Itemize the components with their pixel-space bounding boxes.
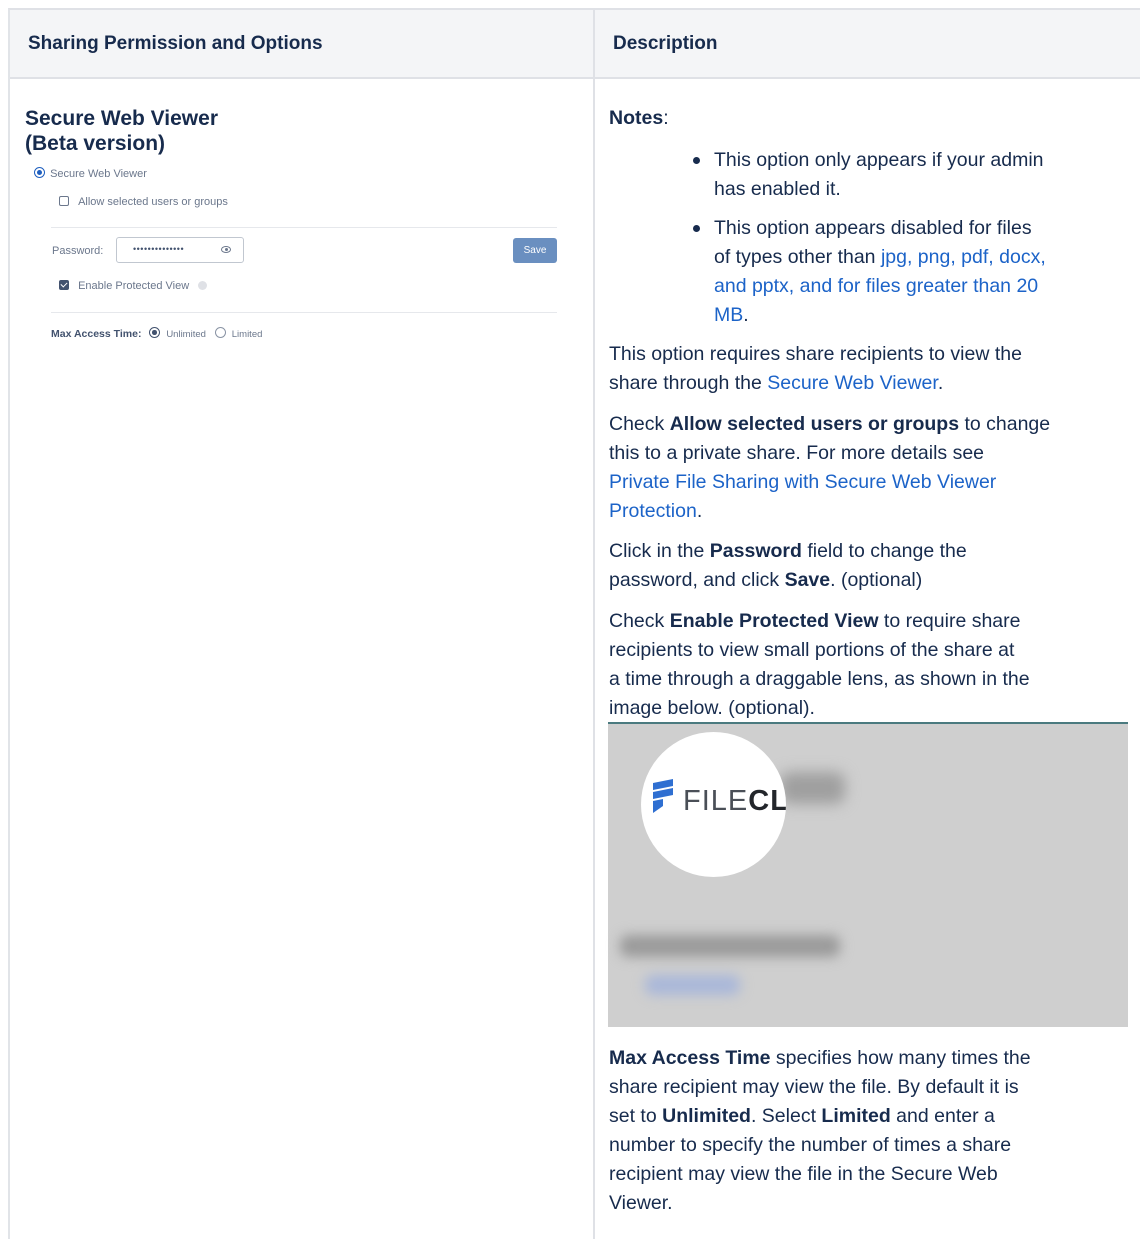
image-top-border [608,722,1128,724]
limited-label: Limited [231,329,263,340]
protected-view-checkbox-row[interactable]: Enable Protected View [59,280,208,292]
secure-web-viewer-radio-row[interactable]: Secure Web Viewer [34,167,147,180]
table-header-row: Sharing Permission and Options Descripti… [10,10,1140,79]
bullet-icon [693,225,700,232]
allow-users-checkbox-row[interactable]: Allow selected users or groups [59,196,228,208]
password-field[interactable]: •••••••••••••• [116,237,244,263]
max-access-row: Max Access Time: Unlimited Limited [51,327,262,340]
bullet-icon [693,157,700,164]
password-label: Password: [52,245,104,257]
checkbox-unchecked-icon[interactable] [59,196,69,206]
notes-heading: Notes: [609,104,669,133]
password-value: •••••••••••••• [133,244,185,254]
option-title: Secure Web Viewer (Beta version) [25,106,218,156]
private-sharing-link[interactable]: Private File Sharing with Secure Web Vie… [609,468,1050,497]
header-description: Description [613,33,718,54]
unlimited-label: Unlimited [166,329,206,340]
paragraph-protected-view: Check Enable Protected View to require s… [609,610,1030,719]
option-title-line2: (Beta version) [25,132,166,155]
bullet2-line1: This option appears disabled for files [714,217,1032,239]
bullet2-line4: MB. [714,304,749,326]
paragraph-password: Click in the Password field to change th… [609,540,967,591]
option-title-line1: Secure Web Viewer [25,107,218,130]
divider [51,312,557,313]
blurred-text-block [620,935,840,957]
radio-selected-icon[interactable] [34,167,45,178]
divider [51,227,557,228]
max-access-label: Max Access Time: [51,328,142,340]
paragraph-requires-viewer: This option requires share recipients to… [609,343,1022,394]
secure-web-viewer-link[interactable]: Secure Web Viewer [767,372,938,394]
header-sharing-permission: Sharing Permission and Options [28,33,323,54]
allow-users-label: Allow selected users or groups [78,196,228,208]
protected-view-label: Enable Protected View [78,280,190,292]
paragraph-allow-users: Check Allow selected users or groups to … [609,413,1051,522]
notes-colon: : [663,107,669,129]
blurred-logo-fragment [780,772,845,804]
blurred-link-block [645,975,740,995]
checkbox-checked-icon[interactable] [59,280,69,290]
private-sharing-link-cont[interactable]: Protection [609,500,697,522]
notes-bullet-2: This option appears disabled for files o… [693,214,1046,330]
radio-unlimited-icon[interactable] [149,327,161,338]
bullet2-line2: of types other than jpg, png, pdf, docx, [714,246,1046,268]
radio-limited-icon[interactable] [214,327,226,338]
paragraph-max-access: Max Access Time specifies how many times… [609,1047,1031,1214]
magnifier-lens: FILECL [641,732,786,877]
column-divider [593,10,595,1239]
file-types-link-cont[interactable]: and pptx, and for files greater than 20 [714,272,1046,301]
save-button[interactable]: Save [513,238,557,263]
file-types-link[interactable]: jpg, png, pdf, docx, [881,246,1046,268]
info-icon[interactable] [198,281,208,290]
eye-icon[interactable] [221,246,231,253]
filecloud-logo-text: FILECL [683,785,786,817]
file-size-link[interactable]: MB [714,304,743,326]
notes-bullet-1: This option only appears if your admin h… [693,146,1044,204]
filecloud-logo-icon [653,779,673,813]
notes-label: Notes [609,107,664,129]
bullet1-line1: This option only appears if your admin [714,149,1044,171]
share-options-screenshot: Secure Web Viewer Allow selected users o… [34,164,559,344]
bullet1-line2: has enabled it. [714,178,841,200]
secure-web-viewer-radio-label: Secure Web Viewer [50,168,147,180]
